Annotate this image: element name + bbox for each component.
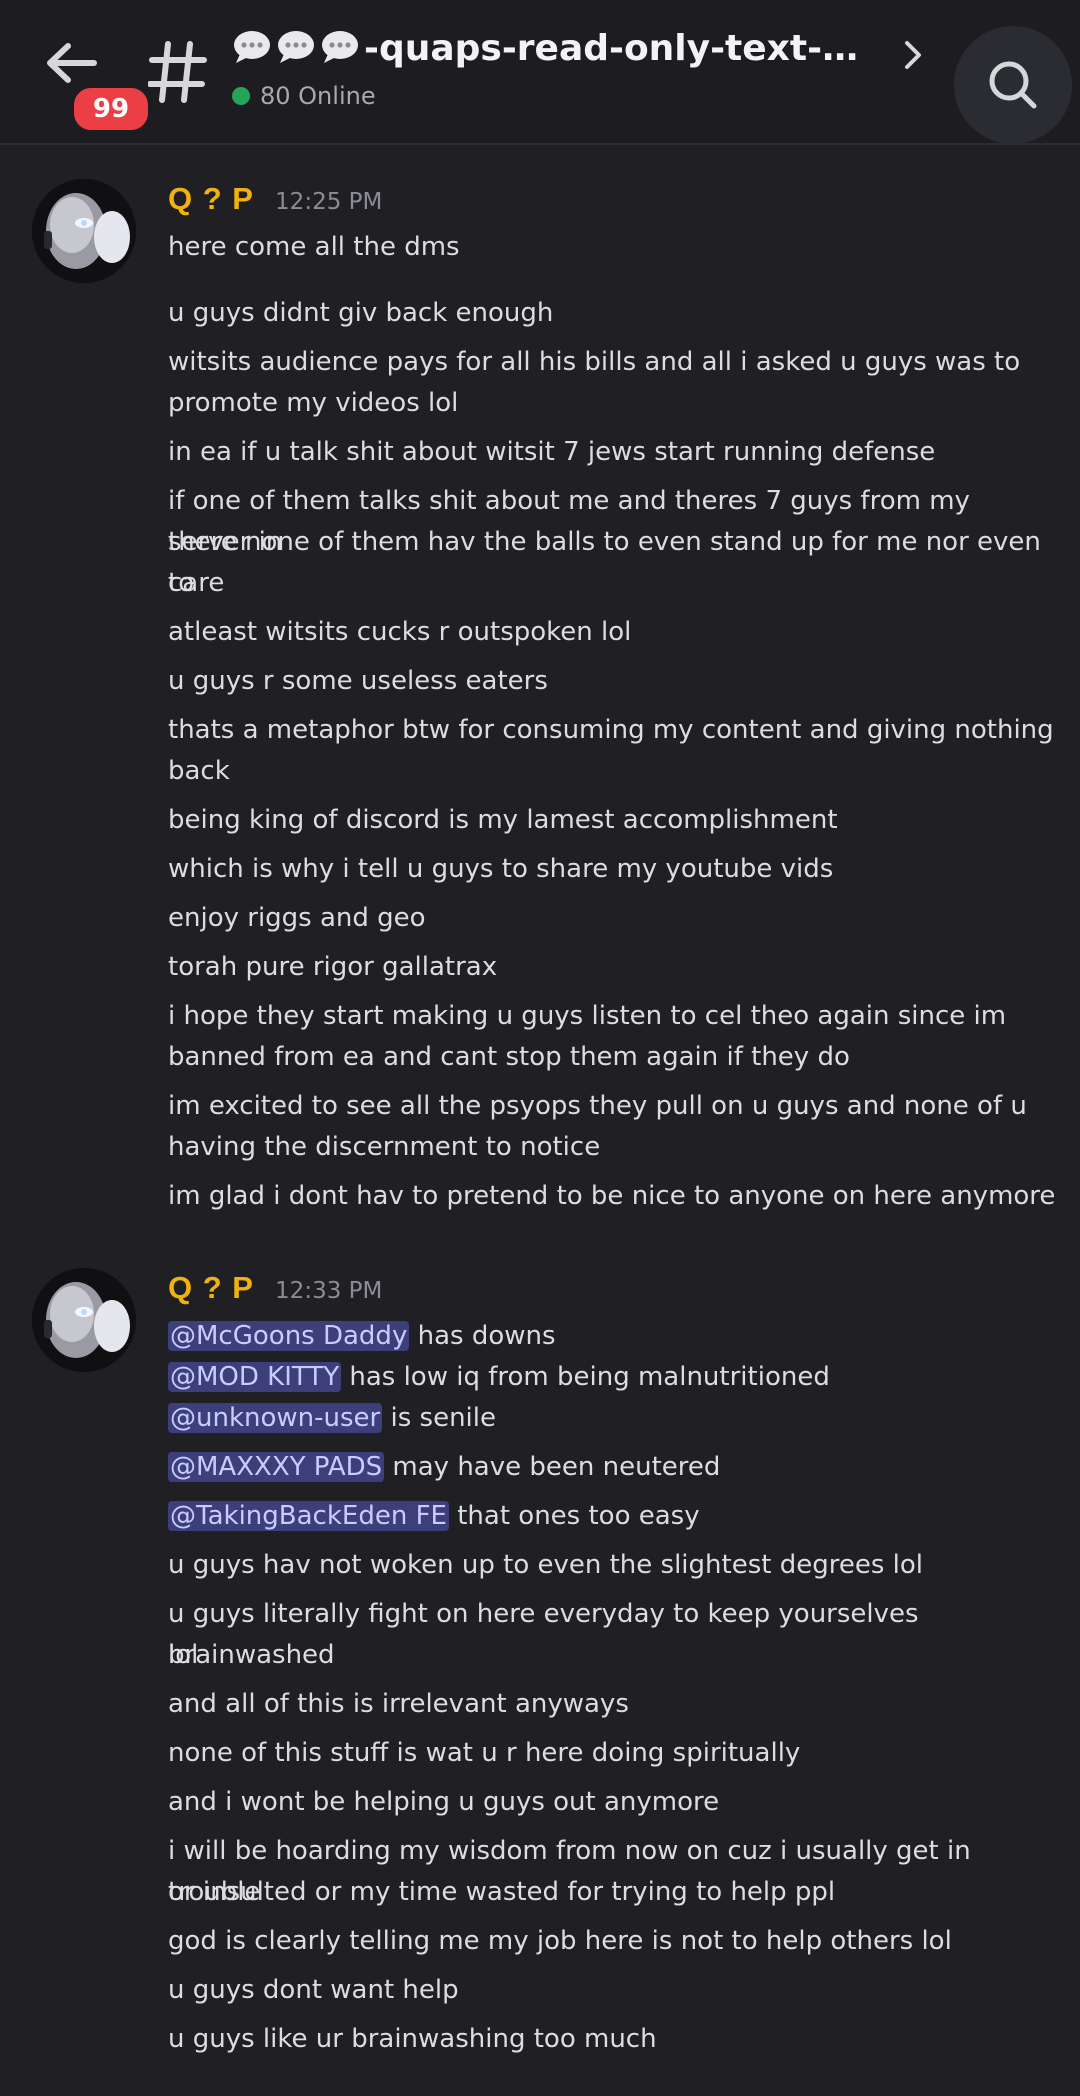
message-line: u guys dont want help — [168, 1975, 459, 2005]
message-line: u guys like ur brainwashing too much — [168, 2024, 657, 2054]
message-line: enjoy riggs and geo — [168, 903, 426, 933]
message-line: @TakingBackEden FE that ones too easy — [168, 1496, 1058, 1537]
unread-badge: 99 — [70, 84, 152, 134]
message-line: here come all the dms — [168, 232, 460, 262]
message-line: lol — [168, 1640, 199, 1670]
channel-title[interactable]: -quaps-read-only-text-... — [232, 28, 882, 69]
message-line: which is why i tell u guys to share my y… — [168, 854, 834, 884]
speech-bubble-icon — [234, 31, 270, 63]
username[interactable]: Q ? P — [168, 181, 254, 216]
online-status: 80 Online — [232, 82, 376, 110]
mention-text: has low iq from being malnutritioned — [341, 1362, 830, 1392]
message-line: @unknown-user is senile — [168, 1398, 1058, 1439]
channel-name: -quaps-read-only-text- — [364, 28, 823, 69]
message-line: to — [168, 568, 195, 598]
user-mention[interactable]: @MOD KITTY — [168, 1362, 342, 1392]
message-line: torah pure rigor gallatrax — [168, 952, 498, 982]
user-mention[interactable]: @unknown-user — [168, 1403, 383, 1433]
message-line: in ea if u talk shit about witsit 7 jews… — [168, 437, 936, 467]
timestamp: 12:33 PM — [275, 1278, 383, 1304]
message-line: atleast witsits cucks r outspoken lol — [168, 617, 632, 647]
message-line: promote my videos lol — [168, 388, 459, 418]
speech-bubble-icon — [322, 31, 358, 63]
search-icon — [989, 61, 1037, 109]
channel-header: 99 -quaps-read-only-text-... 80 Online — [0, 0, 1080, 145]
message-line: banned from ea and cant stop them again … — [168, 1042, 850, 1072]
message-line: and i wont be helping u guys out anymore — [168, 1787, 720, 1817]
message-line: u guys hav not woken up to even the slig… — [168, 1550, 923, 1580]
chevron-right-icon[interactable] — [900, 38, 926, 72]
mention-text: that ones too easy — [448, 1501, 700, 1531]
message-line: back — [168, 756, 230, 786]
mention-text: may have been neutered — [384, 1452, 721, 1482]
username[interactable]: Q ? P — [168, 1270, 254, 1305]
message-line: witsits audience pays for all his bills … — [168, 347, 1021, 377]
online-dot-icon — [232, 87, 250, 105]
message-line: being king of discord is my lamest accom… — [168, 805, 838, 835]
search-button[interactable] — [954, 26, 1076, 144]
speech-bubble-icon — [868, 31, 882, 63]
message-meta: Q ? P 12:25 PM — [168, 181, 382, 217]
user-mention[interactable]: @TakingBackEden FE — [168, 1501, 449, 1531]
avatar[interactable] — [32, 179, 136, 283]
message-line: thats a metaphor btw for consuming my co… — [168, 715, 1054, 745]
speech-bubble-icon — [278, 31, 314, 63]
online-count: 80 Online — [260, 82, 376, 110]
channel-hash-icon — [147, 40, 208, 104]
message-line: or insulted or my time wasted for trying… — [168, 1877, 836, 1907]
timestamp: 12:25 PM — [275, 189, 383, 215]
mention-text: is senile — [382, 1403, 496, 1433]
arrow-left-icon — [47, 43, 97, 83]
message-line: and all of this is irrelevant anyways — [168, 1689, 629, 1719]
message-line: u guys didnt giv back enough — [168, 298, 554, 328]
mention-text: has downs — [409, 1321, 556, 1351]
message-line: none of this stuff is wat u r here doing… — [168, 1738, 801, 1768]
message-line: im excited to see all the psyops they pu… — [168, 1091, 1027, 1121]
search-button-bg[interactable] — [954, 26, 1072, 144]
message-line: @MAXXXY PADS may have been neutered — [168, 1447, 1058, 1488]
message-line: im glad i dont hav to pretend to be nice… — [168, 1181, 1056, 1211]
message-line: i hope they start making u guys listen t… — [168, 1001, 1007, 1031]
message-line: having the discernment to notice — [168, 1132, 601, 1162]
message-meta: Q ? P 12:33 PM — [168, 1270, 382, 1306]
message-line: u guys r some useless eaters — [168, 666, 548, 696]
user-mention[interactable]: @McGoons Daddy — [168, 1321, 410, 1351]
avatar[interactable] — [32, 1268, 136, 1372]
user-mention[interactable]: @MAXXXY PADS — [168, 1452, 385, 1482]
message-line: @McGoons Daddy has downs — [168, 1316, 1058, 1357]
message-line: god is clearly telling me my job here is… — [168, 1926, 952, 1956]
message-line: @MOD KITTY has low iq from being malnutr… — [168, 1357, 1058, 1398]
